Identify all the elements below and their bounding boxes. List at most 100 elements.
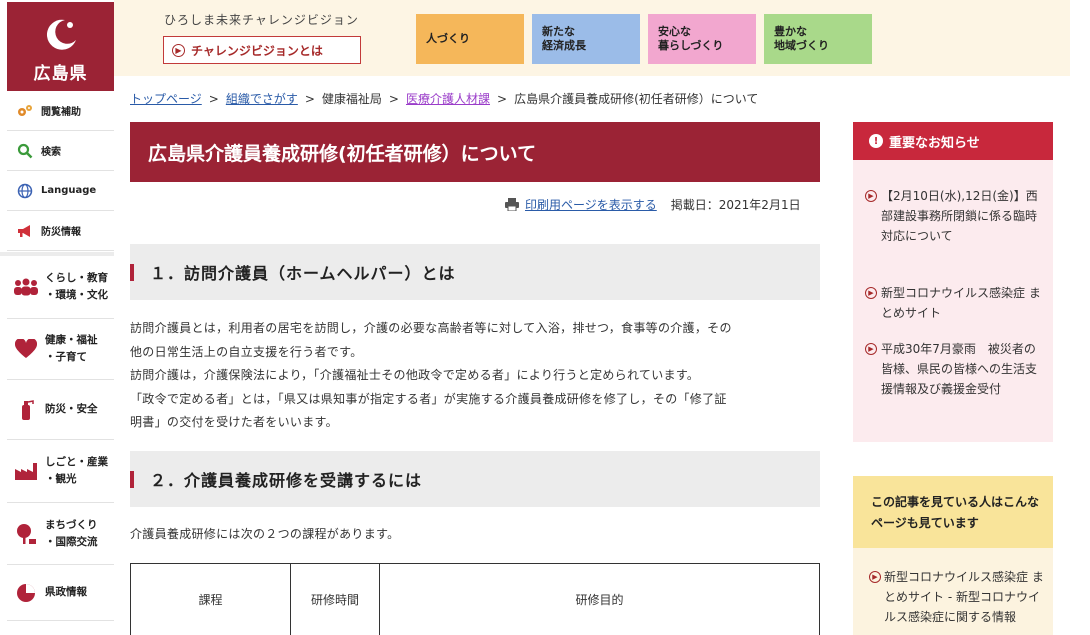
category-line1: 健康・福祉 xyxy=(45,334,98,346)
related-pages-panel: この記事を見ている人はこんなページも見ています ▶ 新型コロナウイルス感染症 ま… xyxy=(853,476,1053,635)
pillar-line1: 豊かな xyxy=(774,25,807,38)
notice-item[interactable]: ▶ 【2月10日(水),12日(金)】西部建設事務所閉鎖に係る臨時対応について xyxy=(865,186,1043,246)
heart-icon xyxy=(13,338,39,360)
search-button[interactable]: 検索 xyxy=(7,131,114,171)
header: ひろしま未来チャレンジビジョン ▶ チャレンジビジョンとは 人づくり 新たな 経済… xyxy=(114,0,1070,76)
category-line1: 県政情報 xyxy=(45,586,87,598)
people-icon xyxy=(13,276,39,298)
category-line2: ・子育て xyxy=(45,351,87,363)
category-line1: まちづくり xyxy=(45,518,98,531)
notice-item-text: 新型コロナウイルス感染症 まとめサイト xyxy=(881,286,1041,320)
breadcrumb-top[interactable]: トップページ xyxy=(130,92,202,106)
vision-button-label: チャレンジビジョンとは xyxy=(191,43,323,58)
pillar-line2: 地域づくり xyxy=(774,39,829,52)
category-town-international-text: まちづくり・国際交流 xyxy=(45,517,98,551)
page-root: 広島県 閲覧補助 検索 Language 防災情報 くらし・教育 ・環境・文化 … xyxy=(0,0,1090,635)
printer-icon xyxy=(505,198,519,211)
table-header-hours: 研修時間 xyxy=(290,563,380,635)
pillar-safety-text: 安心な 暮らしづくり xyxy=(658,25,723,53)
posted-date: 掲載日：2021年2月1日 xyxy=(670,198,801,212)
pillar-line1: 安心な xyxy=(658,25,691,38)
category-line2: ・観光 xyxy=(45,473,77,485)
pillar-region-text: 豊かな 地域づくり xyxy=(774,25,829,53)
pillar-region[interactable]: 豊かな 地域づくり xyxy=(764,14,872,64)
breadcrumb-sep: > xyxy=(304,92,315,106)
pillar-label: 人づくり xyxy=(426,32,470,45)
notice-item-text: 【2月10日(水),12日(金)】西部建設事務所閉鎖に係る臨時対応について xyxy=(881,189,1038,243)
related-title: この記事を見ている人はこんなページも見ています xyxy=(853,476,1053,548)
paragraph-line: 訪問介護は，介護保険法により，「介護福祉士その他政令で定める者」により行うと定め… xyxy=(130,368,700,382)
notice-item[interactable]: ▶ 新型コロナウイルス感染症 まとめサイト xyxy=(865,283,1043,323)
category-life-education-text: くらし・教育 ・環境・文化 xyxy=(45,270,108,304)
vision-button[interactable]: ▶ チャレンジビジョンとは xyxy=(163,36,361,64)
pillar-line1: 新たな xyxy=(542,25,575,38)
disaster-info-label: 防災情報 xyxy=(41,227,81,238)
accessibility-label: 閲覧補助 xyxy=(41,107,81,118)
vision-title: ひろしま未来チャレンジビジョン xyxy=(164,13,359,27)
category-line2: ・環境・文化 xyxy=(45,289,108,301)
category-prefectural-info[interactable]: 県政情報 xyxy=(7,565,114,621)
paragraph-line: 訪問介護員とは，利用者の居宅を訪問し，介護の必要な高齢者等に対して入浴，排せつ，… xyxy=(130,321,732,335)
sidebar: 広島県 閲覧補助 検索 Language 防災情報 くらし・教育 ・環境・文化 … xyxy=(0,0,114,635)
pillar-people[interactable]: 人づくり xyxy=(416,14,524,64)
related-item-text: 新型コロナウイルス感染症 まとめサイト - 新型コロナウイルス感染症に関する情報 xyxy=(884,570,1044,624)
breadcrumb-current: 広島県介護員養成研修(初任者研修）について xyxy=(514,92,759,106)
breadcrumb-sep: > xyxy=(497,92,508,106)
disaster-info-button[interactable]: 防災情報 xyxy=(7,211,114,251)
category-life-education[interactable]: くらし・教育 ・環境・文化 xyxy=(7,256,114,319)
section-heading-1: １．訪問介護員（ホームヘルパー）とは xyxy=(130,244,820,300)
print-link[interactable]: 印刷用ページを表示する xyxy=(525,196,657,213)
related-item[interactable]: ▶ 新型コロナウイルス感染症 まとめサイト - 新型コロナウイルス感染症に関する… xyxy=(869,567,1045,627)
page-title: 広島県介護員養成研修(初任者研修）について xyxy=(130,122,820,182)
category-line2: ・国際交流 xyxy=(45,535,98,548)
gear-icon xyxy=(15,103,35,119)
extinguisher-icon xyxy=(13,399,39,421)
notice-item-text: 平成30年7月豪雨 被災者の皆様、県民の皆様への生活支援情報及び義援金受付 xyxy=(881,342,1038,396)
language-label: Language xyxy=(41,185,97,196)
notice-header: ! 重要なお知らせ xyxy=(853,122,1053,160)
breadcrumb-bureau: 健康福祉局 xyxy=(321,92,382,106)
factory-icon xyxy=(13,460,39,482)
category-work-industry[interactable]: しごと・産業 ・観光 xyxy=(7,440,114,503)
pillar-economy-text: 新たな 経済成長 xyxy=(542,25,586,53)
category-line1: 防災・安全 xyxy=(45,403,98,415)
category-health-welfare[interactable]: 健康・福祉 ・子育て xyxy=(7,319,114,380)
pillar-economy[interactable]: 新たな 経済成長 xyxy=(532,14,640,64)
alert-icon: ! xyxy=(869,134,883,148)
print-row: 印刷用ページを表示する 掲載日：2021年2月1日 xyxy=(505,196,801,213)
notice-title: 重要なお知らせ xyxy=(889,135,980,151)
globe-icon xyxy=(15,183,35,199)
breadcrumb: トップページ > 組織でさがす > 健康福祉局 > 医療介護人材課 > 広島県介護員養成研修(初… xyxy=(130,90,758,107)
pillar-safety[interactable]: 安心な 暮らしづくり xyxy=(648,14,756,64)
language-button[interactable]: Language xyxy=(7,171,114,211)
arrow-right-icon: ▶ xyxy=(865,190,877,202)
arrow-right-icon: ▶ xyxy=(865,287,877,299)
category-town-international[interactable]: まちづくり・国際交流 xyxy=(7,503,114,565)
pillar-line2: 暮らしづくり xyxy=(658,39,724,52)
section-heading-2: ２．介護員養成研修を受講するには xyxy=(130,451,820,507)
paragraph-line: 「政令で定める者」とは，「県又は県知事が指定する者」が実施する介護員養成研修を修… xyxy=(130,391,727,406)
breadcrumb-section[interactable]: 医療介護人材課 xyxy=(406,92,490,106)
breadcrumb-org[interactable]: 組織でさがす xyxy=(226,92,298,106)
accessibility-button[interactable]: 閲覧補助 xyxy=(7,91,114,131)
search-label: 検索 xyxy=(41,147,61,158)
pie-chart-icon xyxy=(13,582,39,604)
paragraph-line: 明書」の交付を受けた者をいいます。 xyxy=(130,415,338,429)
category-disaster-safety[interactable]: 防災・安全 xyxy=(7,380,114,440)
megaphone-icon xyxy=(15,223,35,239)
logo-name: 広島県 xyxy=(33,64,88,84)
section-2-body: 介護員養成研修には次の２つの課程があります。 xyxy=(130,527,400,541)
notice-item[interactable]: ▶ 平成30年7月豪雨 被災者の皆様、県民の皆様への生活支援情報及び義援金受付 xyxy=(865,339,1043,399)
search-icon xyxy=(15,143,35,159)
table-header-course: 課程 xyxy=(130,563,291,635)
logo-mark-icon xyxy=(46,19,76,50)
category-line1: くらし・教育 xyxy=(45,272,108,284)
course-table: 課程 研修時間 研修目的 xyxy=(130,563,820,635)
prefecture-logo[interactable]: 広島県 xyxy=(7,2,114,91)
tree-icon xyxy=(13,523,39,545)
category-work-industry-text: しごと・産業 ・観光 xyxy=(45,454,108,488)
paragraph-line: 他の日常生活上の自立支援を行う者です。 xyxy=(130,344,363,359)
table-header-row: 課程 研修時間 研修目的 xyxy=(130,563,820,635)
category-health-welfare-text: 健康・福祉 ・子育て xyxy=(45,332,98,366)
arrow-right-icon: ▶ xyxy=(869,571,881,583)
